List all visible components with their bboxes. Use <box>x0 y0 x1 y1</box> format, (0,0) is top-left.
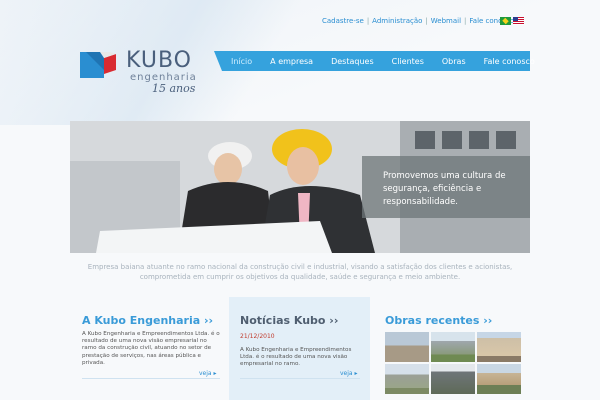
news-title[interactable]: Notícias Kubo ›› <box>240 314 338 327</box>
separator: | <box>425 17 428 25</box>
separator: | <box>464 17 467 25</box>
work-thumbnail[interactable] <box>431 364 475 394</box>
nav-item-a-empresa[interactable]: A empresa <box>261 57 322 66</box>
news-panel: Notícias Kubo ›› 21/12/2010 A Kubo Engen… <box>229 297 370 400</box>
news-text: A Kubo Engenharia e Empreendimentos Ltda… <box>240 347 352 368</box>
logo[interactable]: KUBO engenharia 15 anos <box>80 48 200 96</box>
work-thumbnail[interactable] <box>431 332 475 362</box>
works-title[interactable]: Obras recentes ›› <box>385 314 492 327</box>
nav-item-fale-conosco[interactable]: Fale conosco <box>475 57 544 66</box>
work-thumbnail[interactable] <box>477 332 521 362</box>
divider <box>240 378 360 379</box>
logo-wordmark: KUBO <box>126 48 192 73</box>
about-title[interactable]: A Kubo Engenharia ›› <box>82 314 213 327</box>
webmail-link[interactable]: Webmail <box>431 17 461 25</box>
brazil-flag-icon[interactable] <box>500 17 511 25</box>
news-more-link[interactable]: veja <box>340 370 358 377</box>
language-flags <box>500 17 524 25</box>
about-panel: A Kubo Engenharia ›› A Kubo Engenharia e… <box>70 297 229 400</box>
cube-logo-icon <box>80 52 116 78</box>
about-text: A Kubo Engenharia e Empreendimentos Ltda… <box>82 331 220 366</box>
nav-item-inicio[interactable]: Início <box>222 57 261 66</box>
usa-flag-icon[interactable] <box>513 17 524 25</box>
work-thumbnail[interactable] <box>385 364 429 394</box>
works-gallery <box>385 332 521 394</box>
nav-item-destaques[interactable]: Destaques <box>322 57 383 66</box>
admin-link[interactable]: Administração <box>372 17 422 25</box>
top-links: Cadastre-se | Administração | Webmail | Fale c… <box>322 17 514 25</box>
hero-caption: Promovemos uma cultura de segurança, efi… <box>362 156 530 218</box>
about-more-link[interactable]: veja <box>199 370 217 377</box>
work-thumbnail[interactable] <box>385 332 429 362</box>
main-nav: Início A empresa Destaques Clientes Obra… <box>214 51 535 71</box>
register-link[interactable]: Cadastre-se <box>322 17 364 25</box>
nav-item-clientes[interactable]: Clientes <box>383 57 433 66</box>
logo-anniversary: 15 anos <box>152 82 196 95</box>
company-tagline: Empresa baiana atuante no ramo nacional … <box>87 263 513 281</box>
work-thumbnail[interactable] <box>477 364 521 394</box>
works-panel: Obras recentes ›› <box>370 297 530 400</box>
news-date: 21/12/2010 <box>240 333 275 340</box>
nav-item-obras[interactable]: Obras <box>433 57 475 66</box>
separator: | <box>366 17 370 25</box>
divider <box>82 378 220 379</box>
